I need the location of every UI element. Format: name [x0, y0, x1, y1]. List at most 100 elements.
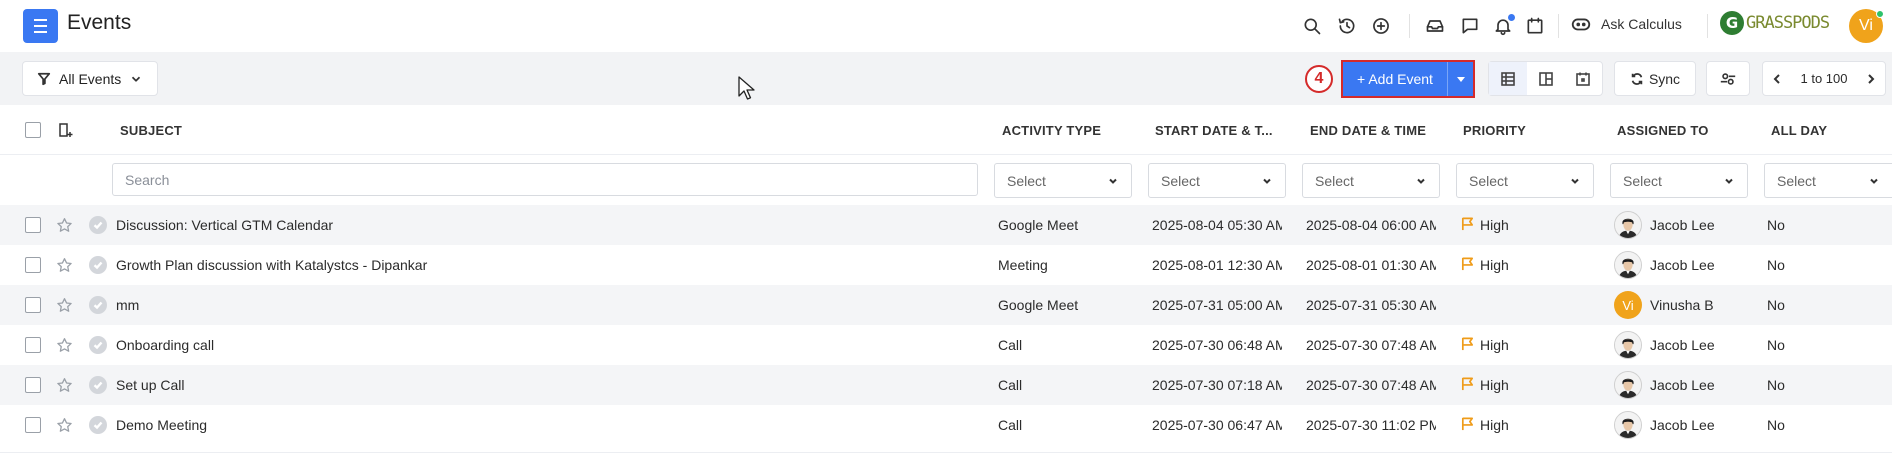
sync-icon — [1631, 72, 1643, 85]
table-row[interactable]: Demo Meeting Call 2025-07-30 06:47 AM 2025-… — [0, 405, 1892, 445]
inbox-icon[interactable] — [1422, 13, 1448, 39]
kanban-view-button[interactable] — [1527, 62, 1565, 95]
mark-complete-icon[interactable] — [89, 376, 107, 394]
divider — [1558, 14, 1559, 38]
cell-start-date: 2025-07-30 06:47 AM — [1152, 417, 1282, 433]
mark-complete-icon[interactable] — [89, 256, 107, 274]
column-header-subject[interactable]: SUBJECT — [120, 123, 182, 138]
column-header-priority[interactable]: PRIORITY — [1463, 123, 1526, 138]
bell-icon[interactable] — [1490, 13, 1516, 39]
column-header-start-date[interactable]: START DATE & T... — [1155, 123, 1273, 138]
calendar-view-button[interactable] — [1564, 62, 1602, 95]
assignee-avatar — [1614, 331, 1642, 359]
search-icon[interactable] — [1299, 13, 1325, 39]
cell-priority: High — [1480, 217, 1509, 233]
star-icon[interactable] — [56, 257, 73, 274]
cell-all-day: No — [1767, 257, 1785, 273]
brand-logo: G GRASSPODS — [1720, 11, 1830, 35]
cell-subject[interactable]: Set up Call — [116, 377, 976, 393]
cell-subject[interactable]: Discussion: Vertical GTM Calendar — [116, 217, 976, 233]
select-value: Select — [1623, 172, 1662, 189]
row-checkbox[interactable] — [25, 297, 41, 313]
star-icon[interactable] — [56, 217, 73, 234]
chevron-left-icon[interactable] — [1771, 73, 1783, 85]
menu-button[interactable] — [23, 9, 58, 43]
view-filter-dropdown[interactable]: All Events — [22, 61, 159, 96]
chevron-right-icon[interactable] — [1865, 73, 1877, 85]
table-row[interactable]: Set up Call Call 2025-07-30 07:18 AM 2025-0… — [0, 365, 1892, 405]
plus-circle-icon[interactable] — [1368, 13, 1394, 39]
subject-search-input[interactable] — [112, 163, 978, 196]
table-row[interactable]: Growth Plan discussion with Katalystcs -… — [0, 245, 1892, 285]
chevron-down-icon — [1109, 178, 1117, 184]
star-icon[interactable] — [56, 377, 73, 394]
table-row[interactable]: Onboarding call Call 2025-07-30 06:48 AM 20… — [0, 325, 1892, 365]
column-settings-button[interactable] — [1706, 61, 1750, 96]
select-value: Select — [1315, 172, 1354, 189]
chat-icon[interactable] — [1457, 13, 1483, 39]
cell-activity-type: Call — [998, 417, 1023, 433]
row-checkbox[interactable] — [25, 217, 41, 233]
column-header-activity-type[interactable]: ACTIVITY TYPE — [1002, 123, 1101, 138]
chevron-down-icon — [132, 76, 141, 82]
select-all-checkbox[interactable] — [25, 122, 41, 138]
calendar-icon[interactable] — [1522, 13, 1548, 39]
row-checkbox[interactable] — [25, 417, 41, 433]
table-row[interactable]: mm Google Meet 2025-07-31 05:00 AM 2025-07-… — [0, 285, 1892, 325]
add-event-highlight: + Add Event — [1341, 60, 1475, 98]
mark-complete-icon[interactable] — [89, 336, 107, 354]
all-day-select[interactable]: Select — [1764, 163, 1892, 198]
hamburger-icon — [34, 17, 47, 35]
view-switcher — [1488, 61, 1603, 96]
cell-priority: High — [1480, 417, 1509, 433]
assigned-to-select[interactable]: Select — [1610, 163, 1748, 198]
cell-priority: High — [1480, 257, 1509, 273]
cell-subject[interactable]: Onboarding call — [116, 337, 976, 353]
table-row[interactable]: Discussion: Vertical GTM Calendar Google … — [0, 205, 1892, 245]
star-icon[interactable] — [56, 297, 73, 314]
view-filter-label: All Events — [59, 70, 122, 87]
row-checkbox[interactable] — [25, 337, 41, 353]
user-avatar[interactable]: Vi — [1849, 9, 1884, 43]
priority-flag-icon — [1460, 256, 1476, 272]
step-marker: 4 — [1305, 65, 1333, 93]
cell-subject[interactable]: Demo Meeting — [116, 417, 976, 433]
mark-complete-icon[interactable] — [89, 296, 107, 314]
priority-select[interactable]: Select — [1456, 163, 1594, 198]
start-date-select[interactable]: Select — [1148, 163, 1286, 198]
cell-activity-type: Google Meet — [998, 297, 1079, 313]
column-header-assigned-to[interactable]: ASSIGNED TO — [1617, 123, 1709, 138]
add-event-dropdown-button[interactable] — [1447, 62, 1473, 96]
chevron-down-icon — [1263, 178, 1271, 184]
cell-subject[interactable]: mm — [116, 297, 976, 313]
table-row-partial[interactable] — [0, 452, 1892, 461]
column-header-end-date[interactable]: END DATE & TIME — [1310, 123, 1426, 138]
ask-calculus-button[interactable]: Ask Calculus — [1570, 13, 1682, 35]
cell-subject[interactable]: Growth Plan discussion with Katalystcs -… — [116, 257, 976, 273]
history-icon[interactable] — [1334, 13, 1360, 39]
mark-complete-icon[interactable] — [89, 216, 107, 234]
cell-all-day: No — [1767, 217, 1785, 233]
mark-complete-icon[interactable] — [89, 416, 107, 434]
caret-down-icon — [1456, 76, 1465, 82]
cell-activity-type: Meeting — [998, 257, 1048, 273]
column-header-all-day[interactable]: ALL DAY — [1771, 123, 1827, 138]
star-icon[interactable] — [56, 337, 73, 354]
pagination-range: 1 to 100 — [1800, 71, 1848, 86]
column-filter-row: Select Select Select Select Select Selec… — [0, 155, 1892, 205]
cell-assigned-to: Jacob Lee — [1650, 217, 1715, 233]
sync-button[interactable]: Sync — [1614, 61, 1696, 96]
row-checkbox[interactable] — [25, 377, 41, 393]
settings-icon — [1720, 72, 1736, 85]
activity-type-select[interactable]: Select — [994, 163, 1132, 198]
add-event-button[interactable]: + Add Event — [1343, 62, 1447, 96]
column-resize-icon[interactable] — [58, 122, 74, 138]
end-date-select[interactable]: Select — [1302, 163, 1440, 198]
row-checkbox[interactable] — [25, 257, 41, 273]
list-view-button[interactable] — [1489, 62, 1527, 95]
cell-assigned-to: Jacob Lee — [1650, 337, 1715, 353]
cell-start-date: 2025-08-01 12:30 AM — [1152, 257, 1282, 273]
star-icon[interactable] — [56, 417, 73, 434]
mouse-cursor-icon — [738, 76, 755, 100]
assignee-avatar — [1614, 371, 1642, 399]
